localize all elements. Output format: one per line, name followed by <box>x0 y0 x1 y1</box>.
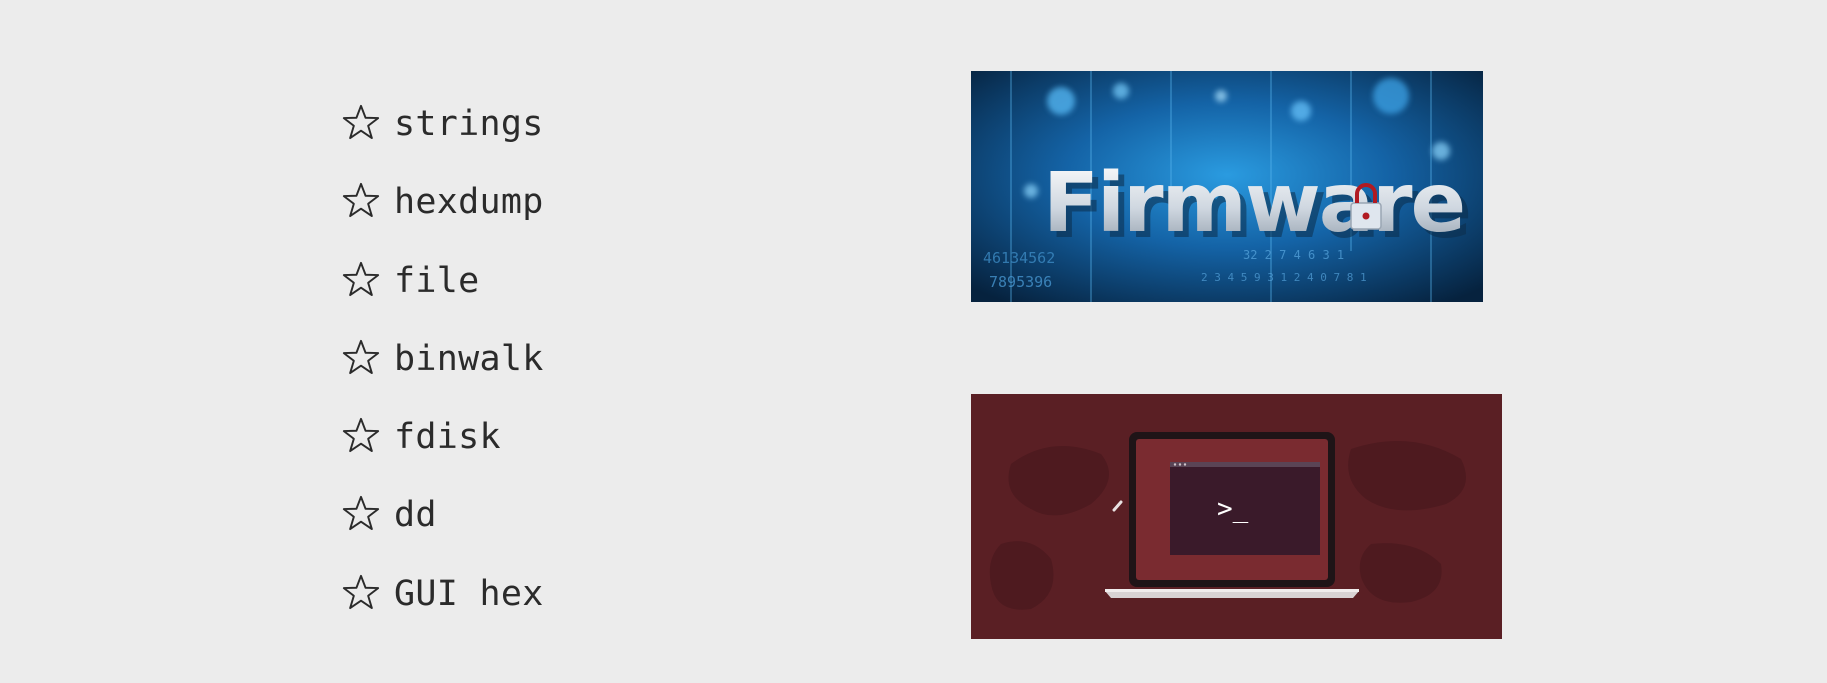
tool-label: hexdump <box>394 182 544 223</box>
star-icon <box>342 496 380 531</box>
star-icon <box>342 339 380 374</box>
firmware-digits-left: 46134562 <box>983 249 1055 267</box>
star-icon <box>342 261 380 296</box>
firmware-image: 46134562 7895396 32 2 7 4 6 3 1 2 3 4 5 … <box>971 71 1483 302</box>
star-icon <box>342 183 380 218</box>
firmware-digits-left-2: 7895396 <box>989 273 1052 291</box>
tool-label: GUI hex <box>394 573 544 614</box>
tool-item-file: file <box>340 259 544 337</box>
tool-label: binwalk <box>394 338 544 379</box>
star-icon <box>342 104 380 140</box>
tool-label: fdisk <box>394 417 501 458</box>
tool-label: dd <box>394 495 437 536</box>
tool-item-binwalk: binwalk <box>340 337 544 415</box>
terminal-prompt: >_ <box>1217 494 1249 524</box>
tool-label: file <box>394 260 480 301</box>
tool-item-gui-hex: GUI hex <box>340 572 544 650</box>
tool-item-strings: strings <box>340 102 544 180</box>
laptop-base <box>1105 591 1359 598</box>
tool-list: strings hexdump file binwalk fdisk dd GU… <box>340 102 544 650</box>
star-icon <box>342 574 380 609</box>
firmware-digits-right-2: 2 3 4 5 9 3 1 2 4 0 7 8 1 <box>1201 271 1367 284</box>
star-icon <box>342 418 380 453</box>
tool-item-dd: dd <box>340 493 544 571</box>
tool-item-fdisk: fdisk <box>340 415 544 493</box>
tool-label: strings <box>394 104 544 144</box>
tool-item-hexdump: hexdump <box>340 180 544 258</box>
terminal-image: >_ <box>971 394 1502 639</box>
firmware-word: Firmware <box>1043 156 1464 251</box>
